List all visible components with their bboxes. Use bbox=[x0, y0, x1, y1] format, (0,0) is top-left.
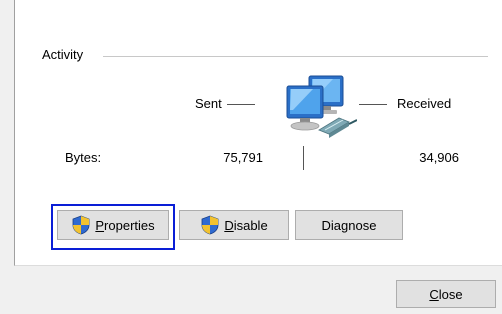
activity-panel: Activity Sent Received Bytes: 75,791 34,… bbox=[14, 0, 502, 266]
close-label: Close bbox=[429, 286, 463, 302]
activity-group-label: Activity bbox=[42, 47, 84, 62]
properties-button[interactable]: Properties bbox=[57, 210, 169, 240]
disable-button[interactable]: Disable bbox=[179, 210, 289, 240]
network-computers-icon bbox=[286, 75, 357, 138]
sent-dash bbox=[227, 104, 255, 105]
close-button[interactable]: Close bbox=[396, 280, 496, 308]
uac-shield-icon bbox=[201, 215, 219, 235]
group-divider bbox=[103, 56, 488, 57]
properties-label: Properties bbox=[95, 217, 155, 233]
received-dash bbox=[359, 104, 387, 105]
sent-label: Sent bbox=[195, 96, 222, 111]
bytes-sent-value: 75,791 bbox=[223, 150, 263, 165]
disable-label: Disable bbox=[224, 217, 268, 233]
bytes-separator bbox=[303, 146, 304, 170]
bytes-label: Bytes: bbox=[65, 150, 102, 165]
received-label: Received bbox=[397, 96, 452, 111]
diagnose-label: Diagnose bbox=[321, 217, 377, 233]
uac-shield-icon bbox=[72, 215, 90, 235]
diagnose-button[interactable]: Diagnose bbox=[295, 210, 403, 240]
bytes-received-value: 34,906 bbox=[419, 150, 459, 165]
